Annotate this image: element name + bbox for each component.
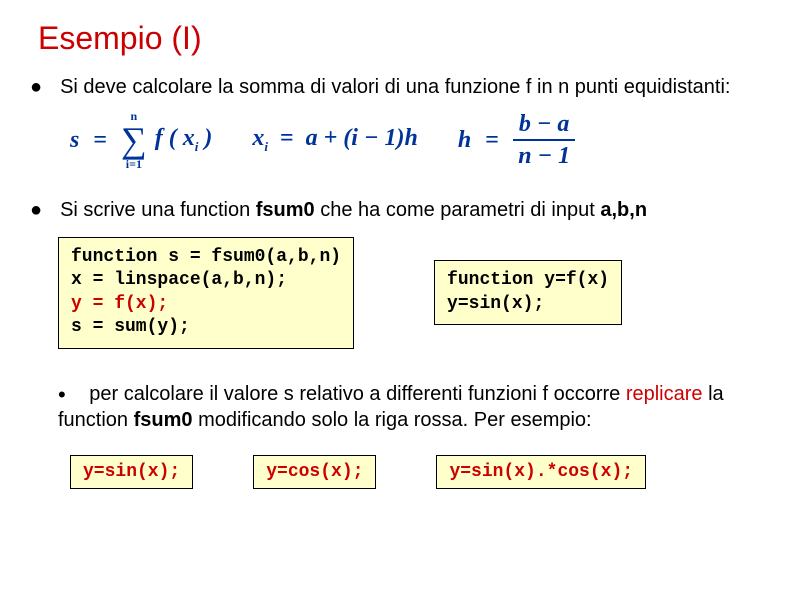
h-expression: h = b − a n − 1 [458, 111, 576, 170]
example-3: y=sin(x).*cos(x); [436, 455, 646, 489]
bullet-icon: • [58, 382, 66, 407]
paragraph: • per calcolare il valore s relativo a d… [58, 379, 758, 434]
code-row: function s = fsum0(a,b,n) x = linspace(a… [58, 237, 771, 349]
sum-rhs: f ( xi ) [155, 125, 213, 155]
example-2: y=cos(x); [253, 455, 376, 489]
sum-lhs: s [70, 127, 79, 154]
bullet-1: ● Si deve calcolare la somma di valori d… [30, 75, 771, 100]
xi-expression: xi = a + (i − 1)h [252, 125, 418, 155]
bullet-2-text: Si scrive una function fsum0 che ha come… [60, 198, 647, 223]
bullet-2: ● Si scrive una function fsum0 che ha co… [30, 198, 771, 223]
math-formulas: s = n ∑ i=1 f ( xi ) xi = a + (i − 1)h h… [70, 110, 771, 170]
examples-row: y=sin(x); y=cos(x); y=sin(x).*cos(x); [70, 455, 771, 489]
bullet-1-text: Si deve calcolare la somma di valori di … [60, 75, 730, 100]
example-1: y=sin(x); [70, 455, 193, 489]
bullet-icon: ● [30, 75, 42, 99]
sigma-operator: n ∑ i=1 [121, 110, 147, 170]
h-fraction: b − a n − 1 [513, 111, 576, 170]
slide-title: Esempio (I) [38, 20, 771, 57]
bullet-icon: ● [30, 198, 42, 222]
sum-expression: s = n ∑ i=1 f ( xi ) [70, 110, 212, 170]
code-fsum0: function s = fsum0(a,b,n) x = linspace(a… [58, 237, 354, 349]
code-f: function y=f(x) y=sin(x); [434, 260, 622, 325]
equals-sign: = [87, 127, 113, 154]
